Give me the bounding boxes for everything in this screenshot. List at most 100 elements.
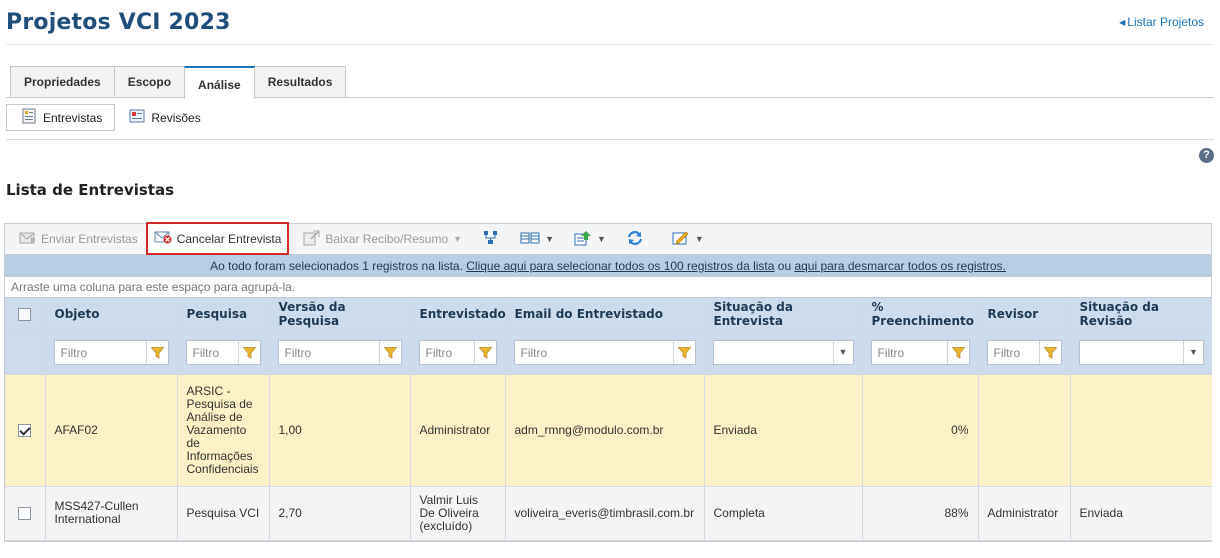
filter-cell-email: Filtro <box>505 331 705 375</box>
title-divider <box>6 44 1214 45</box>
filter-entrevistado[interactable]: Filtro <box>418 340 497 365</box>
filter-revisor[interactable]: Filtro <box>986 340 1062 365</box>
cell-pesquisa: Pesquisa VCI <box>177 486 270 541</box>
row-select-cell <box>5 374 46 487</box>
filter-cell-versao: Filtro <box>269 331 411 375</box>
select-all-checkbox[interactable] <box>18 308 32 322</box>
filter-cell-entrevistado: Filtro <box>410 331 506 375</box>
filter-cell-situacao: ▼ <box>704 331 863 375</box>
section-title: Lista de Entrevistas <box>6 181 175 199</box>
filter-cell-objeto: Filtro <box>45 331 178 375</box>
columns-icon <box>520 231 540 248</box>
selection-info-bar: Ao todo foram selecionados 1 registros n… <box>5 255 1211 277</box>
filter-versao[interactable]: Filtro <box>277 340 402 365</box>
filter-pesquisa[interactable]: Filtro <box>185 340 261 365</box>
list-projects-link[interactable]: ◀ Listar Projetos <box>1119 15 1204 29</box>
export-menu-button[interactable]: ▼ <box>566 224 614 255</box>
list-projects-label: Listar Projetos <box>1127 15 1204 29</box>
selection-info-text: Ao todo foram selecionados 1 registros n… <box>210 259 467 273</box>
cell-revisor: Administrator <box>978 486 1071 541</box>
cell-preenchimento: 88% <box>862 486 979 541</box>
interview-icon <box>21 108 37 127</box>
cell-email: voliveira_everis@timbrasil.com.br <box>505 486 705 541</box>
sub-tabs: Entrevistas Revisões <box>6 104 213 131</box>
chevron-down-icon[interactable]: ▼ <box>832 341 853 364</box>
cell-situacao-revisao <box>1070 374 1212 487</box>
filter-preenchimento[interactable]: Filtro <box>870 340 970 365</box>
cancel-interview-label: Cancelar Entrevista <box>176 231 282 246</box>
group-drop-area[interactable]: Arraste uma coluna para este espaço para… <box>5 277 1211 298</box>
column-header-objeto[interactable]: Objeto <box>45 298 178 332</box>
download-receipt-icon <box>303 230 321 249</box>
filter-situacao-revisao-select[interactable]: ▼ <box>1078 340 1204 365</box>
filter-funnel-icon[interactable] <box>946 341 969 364</box>
select-all-link[interactable]: Clique aqui para selecionar todos os 100… <box>466 259 774 273</box>
filter-funnel-icon[interactable] <box>145 341 168 364</box>
filter-cell-revisor: Filtro <box>978 331 1071 375</box>
subtabs-divider <box>6 139 1214 140</box>
chevron-down-icon[interactable]: ▼ <box>1183 341 1203 364</box>
column-header-situacao-revisao[interactable]: Situação da Revisão <box>1070 298 1212 332</box>
column-header-situacao[interactable]: Situação da Entrevista <box>704 298 863 332</box>
filter-situacao-select[interactable]: ▼ <box>712 340 854 365</box>
filter-email-input[interactable]: Filtro <box>515 346 673 360</box>
subtab-revisoes[interactable]: Revisões <box>115 104 212 131</box>
filter-cell-empty <box>5 331 46 375</box>
table-header-row: Objeto Pesquisa Versão da Pesquisa Entre… <box>5 298 1212 332</box>
chevron-down-icon: ▼ <box>545 234 554 244</box>
cell-pesquisa: ARSIC - Pesquisa de Análise de Vazamento… <box>177 374 270 487</box>
filter-revisor-input[interactable]: Filtro <box>988 346 1039 360</box>
cell-situacao-revisao: Enviada <box>1070 486 1212 541</box>
filter-preenchimento-input[interactable]: Filtro <box>872 346 947 360</box>
tab-escopo[interactable]: Escopo <box>113 66 186 98</box>
column-header-email[interactable]: Email do Entrevistado <box>505 298 705 332</box>
column-header-pesquisa[interactable]: Pesquisa <box>177 298 270 332</box>
subtab-revisoes-label: Revisões <box>151 110 201 125</box>
tab-propriedades[interactable]: Propriedades <box>10 66 115 98</box>
filter-cell-preenchimento: Filtro <box>862 331 979 375</box>
cell-situacao: Completa <box>704 486 863 541</box>
column-header-preenchimento[interactable]: % Preenchimento <box>862 298 979 332</box>
column-header-revisor[interactable]: Revisor <box>978 298 1071 332</box>
filter-objeto-input[interactable]: Filtro <box>55 346 146 360</box>
filter-funnel-icon[interactable] <box>237 341 260 364</box>
columns-menu-button[interactable]: ▼ <box>512 224 562 255</box>
chevron-down-icon: ▼ <box>694 234 704 244</box>
filter-funnel-icon[interactable] <box>672 341 695 364</box>
table-row[interactable]: MSS427-Cullen International Pesquisa VCI… <box>5 486 1212 541</box>
page-title: Projetos VCI 2023 <box>6 10 231 35</box>
row-checkbox[interactable] <box>18 507 32 521</box>
tab-analise[interactable]: Análise <box>184 66 255 99</box>
column-header-versao[interactable]: Versão da Pesquisa <box>269 298 411 332</box>
triangle-left-icon: ◀ <box>1119 18 1126 27</box>
filter-email[interactable]: Filtro <box>513 340 696 365</box>
tab-resultados[interactable]: Resultados <box>253 66 347 98</box>
subtab-entrevistas[interactable]: Entrevistas <box>6 104 116 131</box>
help-icon[interactable]: ? <box>1199 148 1214 163</box>
column-header-entrevistado[interactable]: Entrevistado <box>410 298 506 332</box>
subtab-entrevistas-label: Entrevistas <box>43 110 103 125</box>
hierarchy-icon <box>482 230 500 249</box>
cancel-interview-button[interactable]: Cancelar Entrevista <box>145 222 290 255</box>
filter-pesquisa-input[interactable]: Filtro <box>187 346 238 360</box>
grid-toolbar: Enviar Entrevistas Cancelar Entrevista B… <box>5 222 1211 255</box>
cell-objeto: AFAF02 <box>45 374 178 487</box>
interviews-grid: Enviar Entrevistas Cancelar Entrevista B… <box>4 222 1212 542</box>
hierarchy-button[interactable] <box>474 224 508 255</box>
refresh-button[interactable] <box>618 224 652 255</box>
download-receipt-button[interactable]: Baixar Recibo/Resumo ▼ <box>295 224 470 255</box>
deselect-all-link[interactable]: aqui para desmarcar todos os registros. <box>794 259 1005 273</box>
filter-versao-input[interactable]: Filtro <box>279 346 379 360</box>
main-tabs: Propriedades Escopo Análise Resultados <box>10 66 347 99</box>
filter-funnel-icon[interactable] <box>1038 341 1061 364</box>
review-icon <box>129 108 145 127</box>
edit-menu-button[interactable]: ▼ <box>664 224 712 255</box>
filter-funnel-icon[interactable] <box>378 341 401 364</box>
filter-funnel-icon[interactable] <box>473 341 496 364</box>
table-row[interactable]: AFAF02 ARSIC - Pesquisa de Análise de Va… <box>5 374 1212 487</box>
edit-icon <box>672 230 690 249</box>
filter-objeto[interactable]: Filtro <box>53 340 169 365</box>
row-checkbox[interactable] <box>18 424 32 438</box>
send-interviews-button[interactable]: Enviar Entrevistas <box>11 224 146 255</box>
filter-entrevistado-input[interactable]: Filtro <box>420 346 474 360</box>
